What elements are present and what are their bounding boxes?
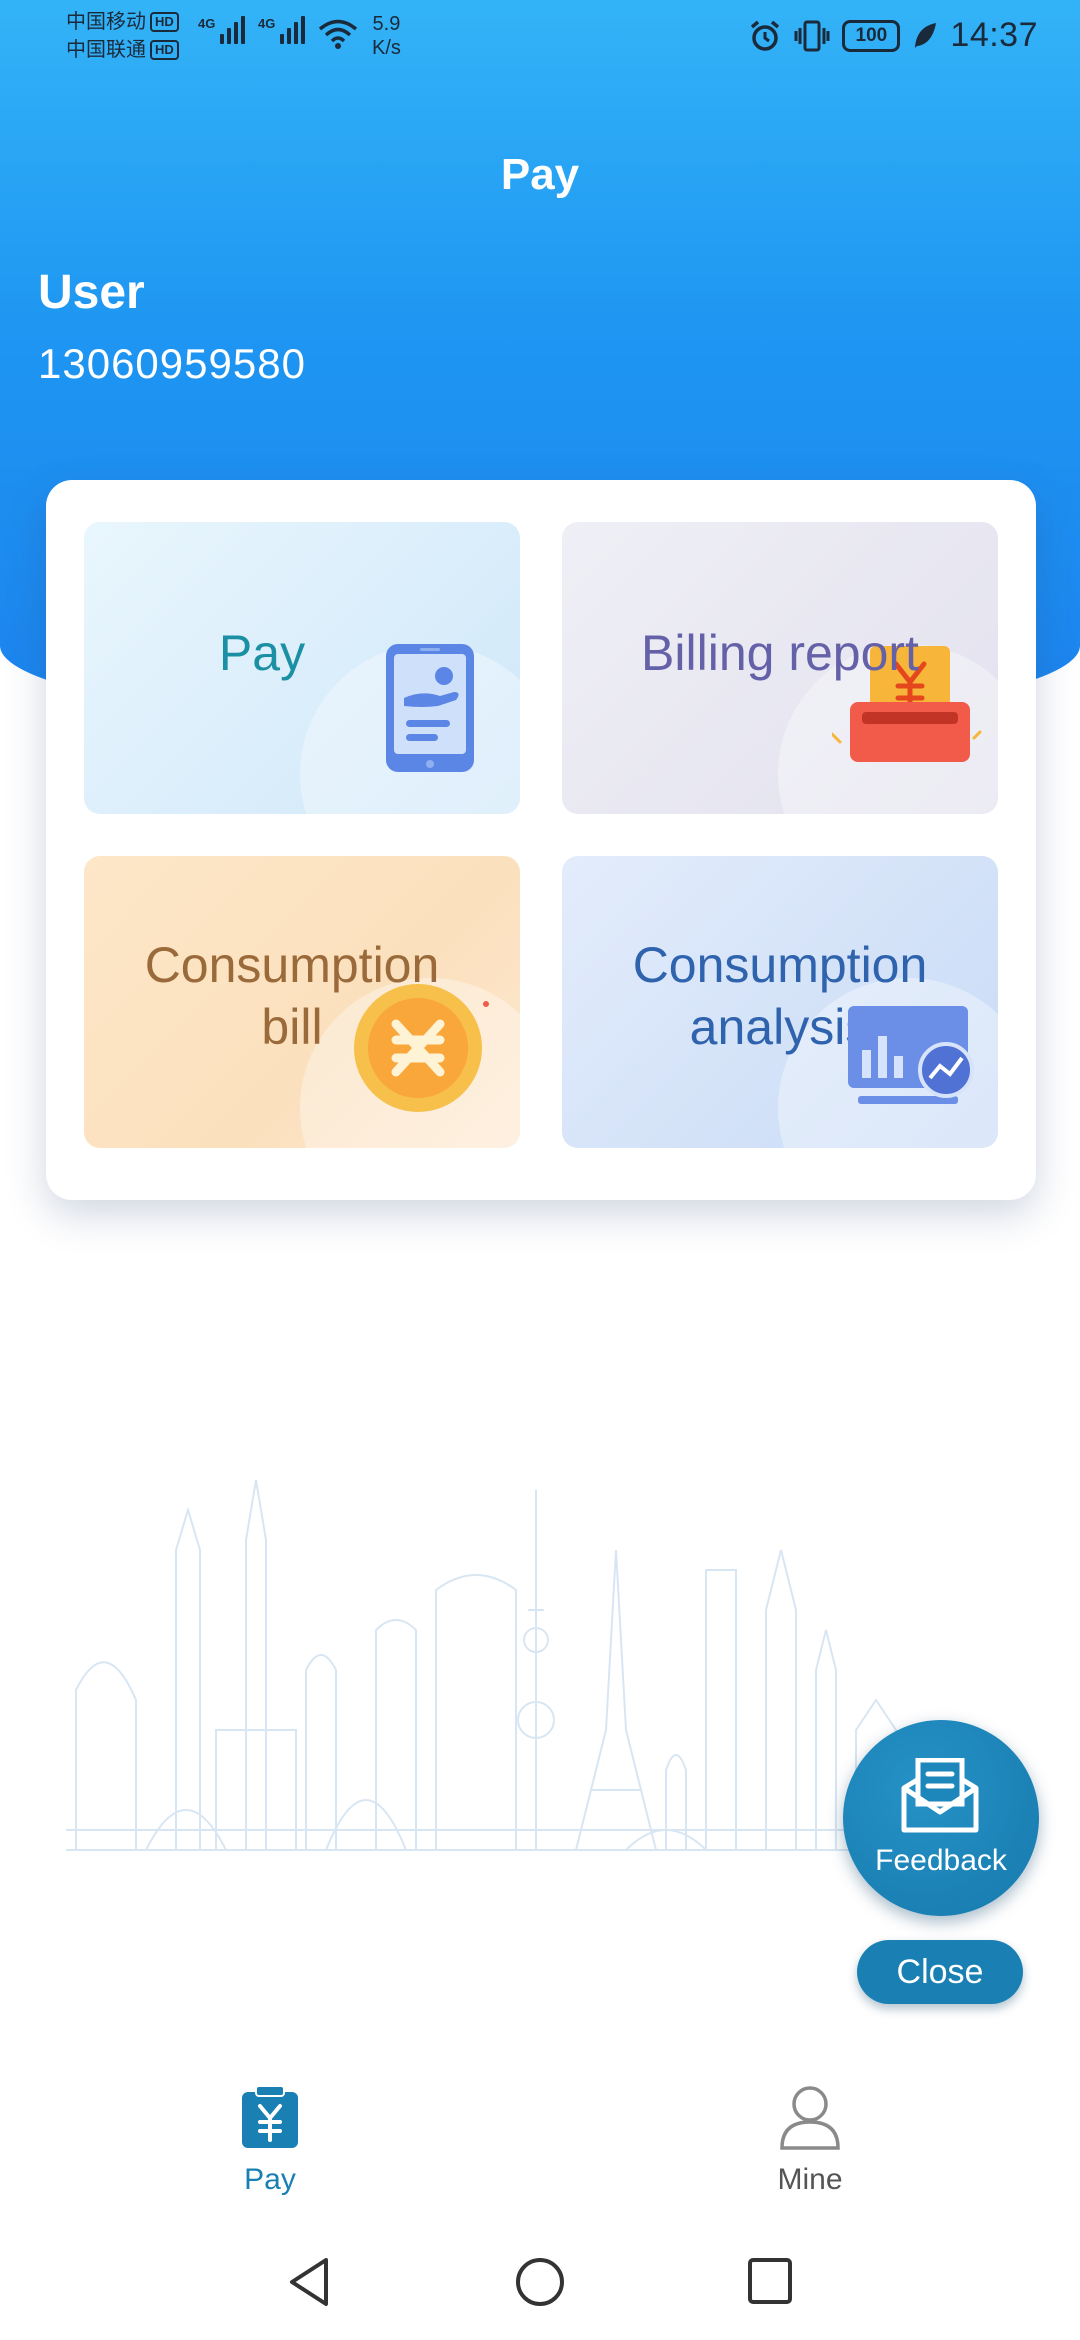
system-nav-bar <box>0 2230 1080 2340</box>
bottom-nav: Pay Mine <box>0 2070 1080 2210</box>
feedback-button[interactable]: Feedback <box>843 1720 1039 1916</box>
pay-yuan-icon <box>242 2085 298 2148</box>
signal-icon: 4G <box>198 16 246 44</box>
user-phone: 13060959580 <box>38 340 306 387</box>
signal-type-2: 4G <box>258 16 276 31</box>
user-label: User <box>38 266 145 319</box>
close-feedback-button[interactable]: Close <box>857 1940 1023 2004</box>
nav-item-mine[interactable]: Mine <box>710 2084 910 2197</box>
signal-icon: 4G <box>258 16 306 44</box>
consumption-analysis-tile[interactable]: Consumption analysis <box>562 856 998 1148</box>
consumption-bill-line-2: bill <box>261 999 323 1055</box>
nav-item-pay[interactable]: Pay <box>170 2084 370 2197</box>
leaf-icon <box>915 22 937 48</box>
hd-badge: HD <box>150 40 179 60</box>
consumption-bill-label: Consumption bill <box>84 934 520 1058</box>
carrier-info: 中国移动 HD 中国联通 HD <box>66 8 179 64</box>
consumption-analysis-line-1: Consumption <box>632 937 928 993</box>
billing-report-tile[interactable]: Billing report <box>562 522 998 814</box>
signal-type-1: 4G <box>198 16 216 31</box>
net-speed-value: 5.9 <box>372 13 401 35</box>
alarm-icon <box>751 20 780 51</box>
status-bar: 中国移动 HD 中国联通 HD 4G 4G 5.9 K/s 100 14:37 <box>0 0 1080 72</box>
analysis-chart-icon <box>848 1006 974 1104</box>
status-right: 100 14:37 <box>748 16 1038 55</box>
net-speed: 5.9 K/s <box>372 12 401 60</box>
nav-label-mine: Mine <box>777 2163 843 2196</box>
person-icon <box>780 2086 840 2150</box>
feedback-label: Feedback <box>875 1844 1007 1877</box>
billing-report-label: Billing report <box>641 625 919 681</box>
carrier-1: 中国移动 <box>66 11 146 33</box>
page-title: Pay <box>500 150 580 199</box>
pay-tile[interactable]: Pay <box>84 522 520 814</box>
envelope-icon <box>901 1758 979 1833</box>
consumption-bill-tile[interactable]: Consumption bill <box>84 856 520 1148</box>
battery-icon: 100 <box>842 19 901 52</box>
hd-badge: HD <box>150 12 179 32</box>
back-icon[interactable] <box>286 2256 332 2308</box>
carrier-2: 中国联通 <box>66 39 146 61</box>
home-icon[interactable] <box>514 2256 566 2308</box>
recents-icon[interactable] <box>746 2256 794 2308</box>
net-speed-unit: K/s <box>372 37 401 59</box>
wifi-icon <box>318 19 358 49</box>
menu-card: Pay Billing report Consumption bill Cons… <box>46 480 1036 1200</box>
clock: 14:37 <box>950 16 1038 54</box>
vibrate-icon <box>794 20 830 51</box>
nav-label-pay: Pay <box>244 2163 296 2196</box>
consumption-bill-line-1: Consumption <box>144 937 440 993</box>
mobile-payment-icon <box>386 644 474 772</box>
